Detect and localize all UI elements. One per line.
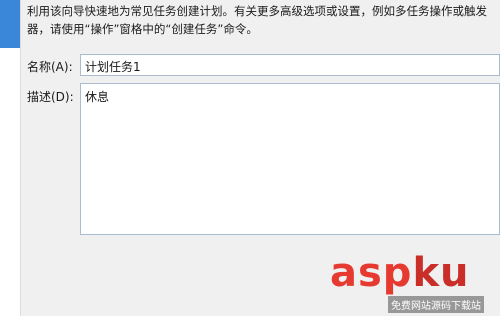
description-field[interactable]: 休息 xyxy=(80,83,500,235)
wizard-description: 利用该向导快速地为常见任务创建计划。有关更多高级选项或设置，例如多任务操作或触发… xyxy=(27,4,487,36)
watermark-main-prefix: asp xyxy=(330,250,413,296)
name-field[interactable]: 计划任务1 xyxy=(80,54,500,76)
active-step-indicator xyxy=(0,0,20,48)
watermark-logo: aspku 免费网站源码下载站 xyxy=(330,250,500,316)
watermark-main-text: aspku xyxy=(330,250,470,296)
create-basic-task-wizard: 利用该向导快速地为常见任务创建计划。有关更多高级选项或设置，例如多任务操作或触发… xyxy=(0,0,500,316)
description-label: 描述(D): xyxy=(27,90,74,104)
name-label: 名称(A): xyxy=(27,60,73,74)
watermark-main-suffix: ku xyxy=(412,250,470,296)
wizard-step-panel xyxy=(0,0,21,316)
watermark-sub-text: 免费网站源码下载站 xyxy=(388,296,484,313)
